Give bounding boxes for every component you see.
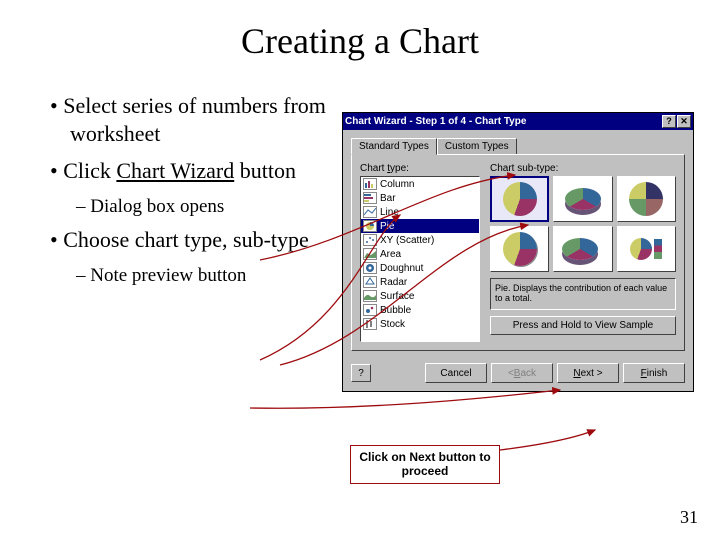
tab-custom-types[interactable]: Custom Types bbox=[437, 138, 517, 155]
bullet-3: Choose chart type, sub-type bbox=[50, 226, 340, 254]
chart-subtype-grid bbox=[490, 176, 676, 272]
subtype-pie-5[interactable] bbox=[553, 226, 612, 272]
finish-button[interactable]: Finish bbox=[623, 363, 685, 383]
chart-type-doughnut[interactable]: Doughnut bbox=[361, 261, 479, 275]
chart-type-column[interactable]: Column bbox=[361, 177, 479, 191]
chart-wizard-dialog: Chart Wizard - Step 1 of 4 - Chart Type … bbox=[342, 112, 694, 392]
radar-icon bbox=[363, 276, 377, 288]
chart-type-bubble[interactable]: Bubble bbox=[361, 303, 479, 317]
line-icon bbox=[363, 206, 377, 218]
chart-type-xy-scatter-[interactable]: XY (Scatter) bbox=[361, 233, 479, 247]
subtype-pie-2[interactable] bbox=[553, 176, 612, 222]
surface-icon bbox=[363, 290, 377, 302]
subtype-pie-6[interactable] bbox=[617, 226, 676, 272]
bullet-3-sub: Note preview button bbox=[50, 264, 340, 288]
cancel-button[interactable]: Cancel bbox=[425, 363, 487, 383]
bar-icon bbox=[363, 192, 377, 204]
chart-type-area[interactable]: Area bbox=[361, 247, 479, 261]
chart-type-listbox[interactable]: ColumnBarLinePieXY (Scatter)AreaDoughnut… bbox=[360, 176, 480, 342]
back-button: < Back bbox=[491, 363, 553, 383]
preview-sample-button[interactable]: Press and Hold to View Sample bbox=[490, 316, 676, 335]
chart-subtype-label: Chart sub-type: bbox=[490, 163, 676, 174]
chart-type-surface[interactable]: Surface bbox=[361, 289, 479, 303]
chart-type-line[interactable]: Line bbox=[361, 205, 479, 219]
tab-standard-types[interactable]: Standard Types bbox=[351, 138, 437, 155]
chart-type-pie[interactable]: Pie bbox=[361, 219, 479, 233]
subtype-pie-4[interactable] bbox=[490, 226, 549, 272]
dialog-help-button[interactable]: ? bbox=[351, 364, 371, 382]
subtype-pie-3[interactable] bbox=[617, 176, 676, 222]
dialog-title: Chart Wizard - Step 1 of 4 - Chart Type bbox=[345, 116, 526, 127]
bullet-1: Select series of numbers from worksheet bbox=[50, 92, 340, 147]
chart-type-label: Chart type: bbox=[360, 163, 480, 174]
chart-type-stock[interactable]: Stock bbox=[361, 317, 479, 331]
area-icon bbox=[363, 248, 377, 260]
bullet-2-sub: Dialog box opens bbox=[50, 195, 340, 219]
subtype-pie-1[interactable] bbox=[490, 176, 549, 222]
stock-icon bbox=[363, 318, 377, 330]
chart-type-radar[interactable]: Radar bbox=[361, 275, 479, 289]
xy-scatter--icon bbox=[363, 234, 377, 246]
subtype-description: Pie. Displays the contribution of each v… bbox=[490, 278, 676, 310]
dialog-titlebar[interactable]: Chart Wizard - Step 1 of 4 - Chart Type … bbox=[343, 113, 693, 130]
bullet-list: Select series of numbers from worksheet … bbox=[50, 92, 340, 296]
page-number: 31 bbox=[680, 507, 698, 528]
doughnut-icon bbox=[363, 262, 377, 274]
bullet-2: Click Chart Wizard button bbox=[50, 157, 340, 185]
chart-type-bar[interactable]: Bar bbox=[361, 191, 479, 205]
pie-icon bbox=[363, 220, 377, 232]
slide-title: Creating a Chart bbox=[0, 0, 720, 62]
help-icon[interactable]: ? bbox=[662, 115, 676, 128]
callout-next: Click on Next button to proceed bbox=[350, 445, 500, 484]
close-icon[interactable]: ✕ bbox=[677, 115, 691, 128]
column-icon bbox=[363, 178, 377, 190]
bubble-icon bbox=[363, 304, 377, 316]
next-button[interactable]: Next > bbox=[557, 363, 619, 383]
chart-wizard-link-text: Chart Wizard bbox=[116, 158, 234, 183]
